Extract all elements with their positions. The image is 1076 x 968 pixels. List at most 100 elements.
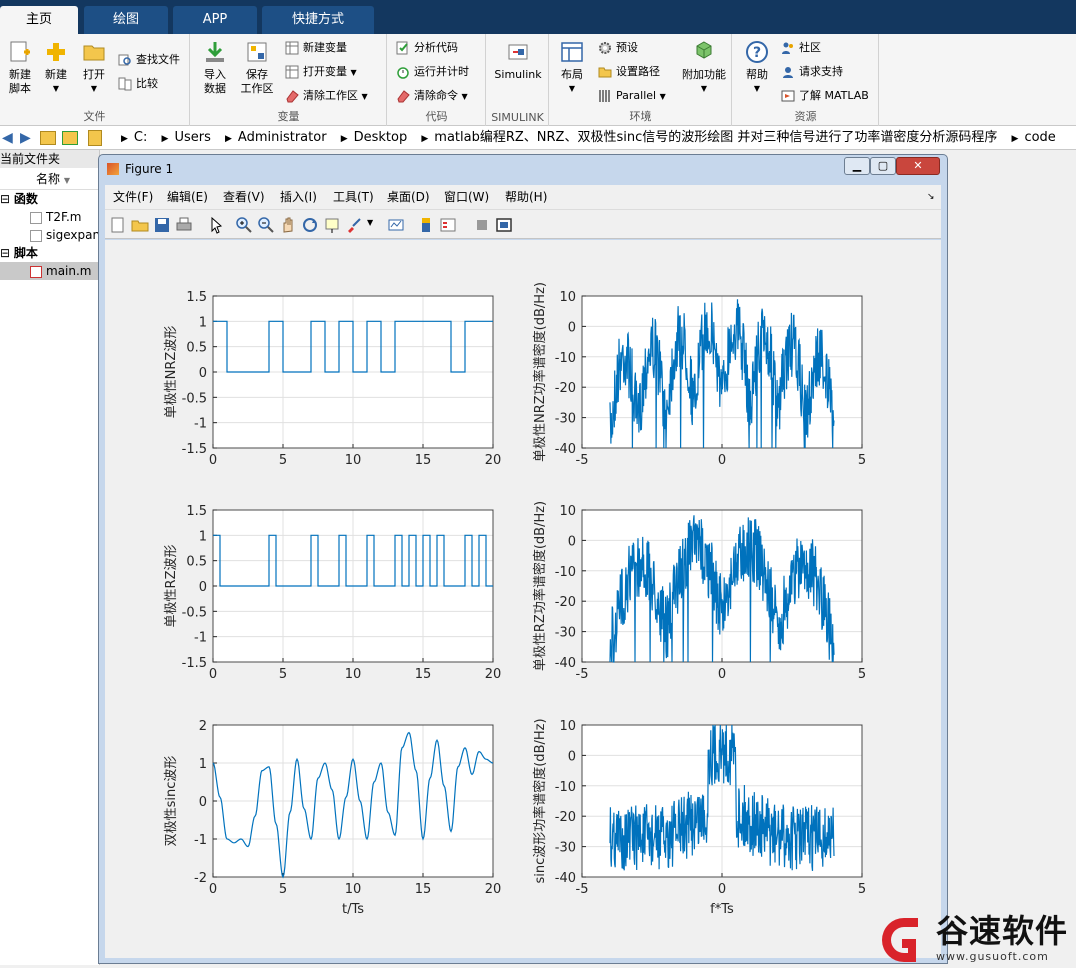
menu-insert[interactable]: 插入(I) (280, 185, 317, 209)
browse-folder-icon[interactable] (62, 131, 78, 145)
new-figure-icon[interactable] (109, 216, 127, 234)
link-plot-icon[interactable] (387, 216, 405, 234)
tab-apps[interactable]: APP (173, 6, 257, 34)
breadcrumb-item[interactable]: code (1024, 130, 1055, 145)
minimize-button[interactable]: ▁ (844, 157, 870, 175)
chevron-down-icon[interactable]: ▼ (367, 218, 373, 227)
preferences-button[interactable]: 预设 (598, 38, 638, 58)
menu-help[interactable]: 帮助(H) (505, 185, 547, 209)
up-folder-icon[interactable] (40, 131, 56, 145)
menu-window[interactable]: 窗口(W) (444, 185, 489, 209)
dock-arrow-icon[interactable]: ↘ (927, 185, 935, 209)
compare-button[interactable]: 比较 (118, 74, 158, 94)
zoom-in-icon[interactable] (235, 216, 253, 234)
breadcrumb-item[interactable]: Users (174, 130, 210, 145)
address-bar: ◀ ▶ ▶ C: ▶ Users ▶ Administrator ▶ Desktop ▶… (0, 126, 1076, 150)
hide-plot-tools-icon[interactable] (473, 216, 491, 234)
arrow-cursor-icon[interactable] (207, 216, 225, 234)
chevron-down-icon: ▼ (659, 92, 666, 101)
figure-titlebar[interactable]: Figure 1 ▁ ▢ ✕ (99, 155, 947, 183)
breadcrumb-separator-icon: ▶ (1011, 134, 1019, 144)
community-button[interactable]: 社区 (781, 38, 821, 58)
tree-section-functions[interactable]: ⊟ 函数 (0, 190, 99, 208)
save-icon[interactable] (153, 216, 171, 234)
help-button[interactable]: ? 帮助 ▼ (737, 40, 777, 96)
breadcrumb[interactable]: ▶ C: ▶ Users ▶ Administrator ▶ Desktop ▶ matl… (115, 126, 1060, 151)
simulink-button[interactable]: Simulink (489, 40, 547, 82)
y-tick-label: -1.5 (182, 442, 207, 457)
menu-view[interactable]: 查看(V) (223, 185, 265, 209)
x-tick-label: 5 (858, 882, 866, 897)
breadcrumb-item[interactable]: matlab编程RZ、NRZ、双极性sinc信号的波形绘图 并对三种信号进行了功… (434, 130, 997, 145)
run-and-time-button[interactable]: 运行并计时 (396, 62, 469, 82)
y-tick-label: 0.5 (186, 341, 207, 356)
breadcrumb-item[interactable]: Administrator (238, 130, 327, 145)
add-ons-icon (696, 41, 712, 59)
name-column-header[interactable]: 名称 ▼ (0, 168, 99, 190)
file-item[interactable]: sigexpan (0, 226, 99, 244)
axes-4: -5 0 5 10 0 -10 -20 -30 -40 单极性RZ功率谱密度(dB/Hz) (532, 501, 866, 682)
print-icon[interactable] (175, 216, 193, 234)
request-support-button[interactable]: 请求支持 (781, 62, 843, 82)
tab-plots[interactable]: 绘图 (84, 6, 168, 34)
tab-shortcuts[interactable]: 快捷方式 (262, 6, 374, 34)
back-arrow-icon[interactable]: ◀ (2, 126, 13, 150)
set-path-button[interactable]: 设置路径 (598, 62, 660, 82)
environment-group: 布局 ▼ 预设 设置路径 Parallel ▼ 附加功能 ▼ 环境 (550, 34, 732, 126)
clear-commands-button[interactable]: 清除命令 ▼ (396, 86, 468, 106)
m-file-icon (30, 229, 42, 242)
clear-workspace-button[interactable]: 清除工作区 ▼ (285, 86, 368, 106)
close-button[interactable]: ✕ (896, 157, 940, 175)
import-data-button[interactable]: 导入 数据 (195, 40, 235, 96)
menu-desktop[interactable]: 桌面(D) (387, 185, 430, 209)
y-axis-label: 单极性RZ波形 (164, 545, 179, 628)
brush-icon[interactable] (345, 216, 363, 234)
new-variable-button[interactable]: 新建变量 (285, 38, 347, 58)
chevron-down-icon: ▼ (52, 84, 60, 93)
data-cursor-icon[interactable] (323, 216, 341, 234)
new-script-button[interactable]: 新建 脚本 (0, 40, 40, 96)
pan-hand-icon[interactable] (279, 216, 297, 234)
code-group-label: 代码 (425, 110, 448, 123)
collapse-icon: ⊟ (0, 246, 14, 260)
colorbar-icon[interactable] (417, 216, 435, 234)
file-item-selected[interactable]: main.m (0, 262, 99, 280)
legend-icon[interactable] (439, 216, 457, 234)
show-plot-tools-icon[interactable] (495, 216, 513, 234)
save-workspace-button[interactable]: 保存 工作区 (235, 40, 279, 96)
open-button[interactable]: 打开 ▼ (74, 40, 114, 96)
current-folder-panel: 当前文件夹 名称 ▼ ⊟ 函数 T2F.m sigexpan ⊟ 脚本 main… (0, 150, 100, 965)
parallel-icon (599, 90, 610, 102)
set-path-label: 设置路径 (616, 65, 660, 78)
open-variable-button[interactable]: 打开变量 ▼ (285, 62, 357, 82)
layout-button[interactable]: 布局 ▼ (552, 40, 592, 96)
file-item[interactable]: T2F.m (0, 208, 99, 226)
figure-menubar: 文件(F) 编辑(E) 查看(V) 插入(I) 工具(T) 桌面(D) 窗口(W… (105, 185, 941, 209)
y-tick-label: -20 (555, 381, 576, 396)
x-tick-label: 15 (415, 453, 432, 468)
add-ons-button[interactable]: 附加功能 ▼ (678, 40, 730, 96)
analyze-code-button[interactable]: 分析代码 (396, 38, 458, 58)
simulink-label: Simulink (494, 68, 542, 81)
breadcrumb-item[interactable]: Desktop (354, 130, 408, 145)
new-button[interactable]: 新建 ▼ (36, 40, 76, 96)
menu-edit[interactable]: 编辑(E) (167, 185, 208, 209)
name-column-label: 名称 (36, 172, 61, 186)
sort-icon: ▼ (63, 176, 70, 185)
open-file-icon[interactable] (131, 216, 149, 234)
tab-home[interactable]: 主页 (0, 6, 78, 34)
breadcrumb-item[interactable]: C: (134, 130, 147, 145)
maximize-button[interactable]: ▢ (870, 157, 896, 175)
menu-tools[interactable]: 工具(T) (333, 185, 374, 209)
breadcrumb-separator-icon: ▶ (340, 134, 348, 144)
rotate-3d-icon[interactable] (301, 216, 319, 234)
forward-arrow-icon[interactable]: ▶ (20, 126, 31, 150)
y-tick-label: 10 (559, 504, 576, 519)
file-group-label: 文件 (83, 110, 106, 123)
zoom-out-icon[interactable] (257, 216, 275, 234)
find-files-button[interactable]: 查找文件 (118, 50, 180, 70)
parallel-button[interactable]: Parallel ▼ (598, 86, 666, 106)
menu-file[interactable]: 文件(F) (113, 185, 153, 209)
tree-section-scripts[interactable]: ⊟ 脚本 (0, 244, 99, 262)
learn-matlab-button[interactable]: 了解 MATLAB (781, 86, 869, 106)
